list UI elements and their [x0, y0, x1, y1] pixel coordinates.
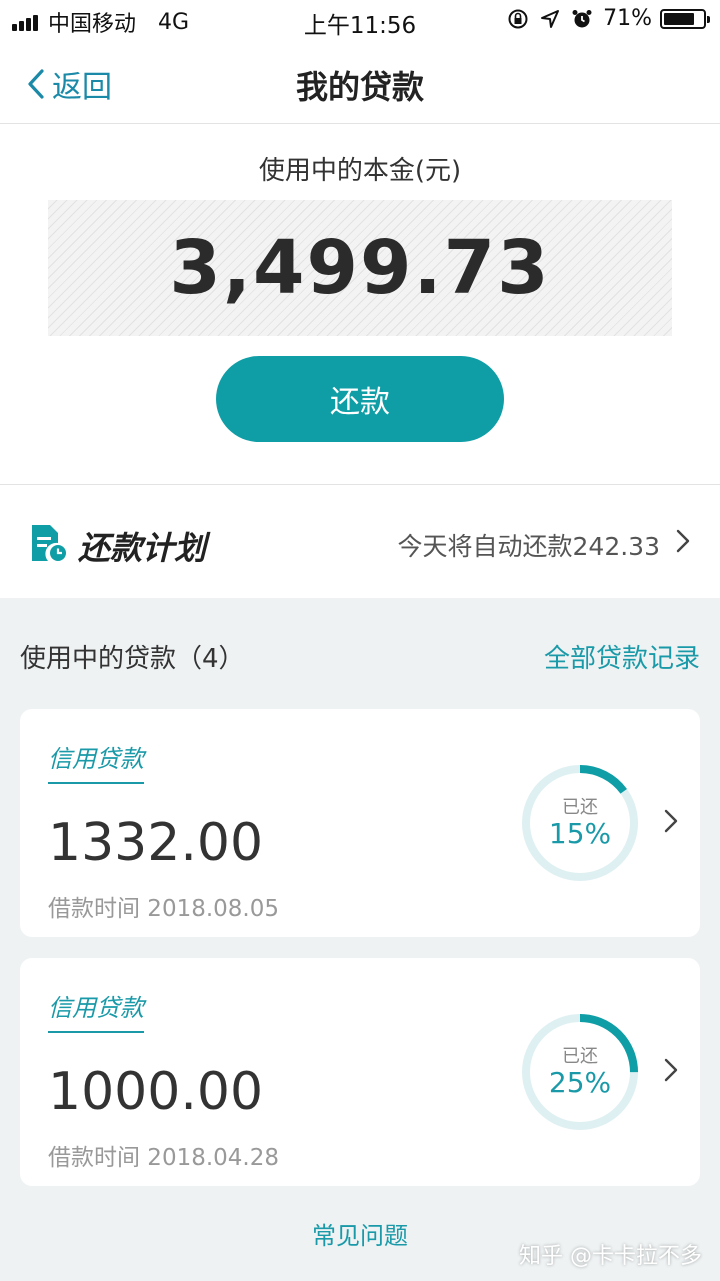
chevron-right-icon [664, 809, 678, 833]
chevron-right-icon [664, 1058, 678, 1082]
loans-section-title: 使用中的贷款（4） [20, 644, 245, 674]
schedule-document-icon [32, 525, 66, 561]
loan-date: 借款时间 2018.04.28 [48, 1145, 279, 1171]
principal-amount: 3,499.73 [169, 225, 551, 311]
repaid-percent: 15% [548, 817, 612, 850]
auto-repay-note: 今天将自动还款242.33 [397, 532, 660, 561]
nav-bar: 返回 我的贷款 [0, 40, 720, 124]
chevron-right-icon [676, 529, 690, 553]
loan-card[interactable]: 信用贷款 1332.00 借款时间 2018.08.05 已还 15% [20, 709, 700, 937]
loan-type-tag: 信用贷款 [48, 988, 144, 1033]
loan-amount: 1332.00 [48, 813, 264, 873]
page-title: 我的贷款 [295, 68, 424, 106]
repaid-label: 已还 [562, 797, 598, 818]
loan-card[interactable]: 信用贷款 1000.00 借款时间 2018.04.28 已还 25% [20, 958, 700, 1186]
orientation-lock-icon [508, 9, 528, 28]
repay-button[interactable]: 还款 [216, 356, 504, 442]
repayment-plan-row[interactable]: 还款计划 今天将自动还款242.33 [0, 484, 720, 598]
location-arrow-icon [541, 9, 560, 28]
loan-amount: 1000.00 [48, 1062, 264, 1122]
all-loan-records-link[interactable]: 全部贷款记录 [544, 638, 700, 675]
plan-title: 还款计划 [78, 529, 207, 567]
watermark: 知乎 @卡卡拉不多 [519, 1244, 702, 1269]
loan-type-tag: 信用贷款 [48, 739, 144, 784]
battery-icon [660, 8, 710, 29]
principal-label: 使用中的本金(元) [258, 156, 462, 186]
alarm-icon [572, 9, 592, 27]
repaid-label: 已还 [562, 1046, 598, 1067]
principal-amount-box: 3,499.73 [48, 200, 672, 336]
status-bar: 中国移动 4G 上午11:56 71% [0, 0, 720, 40]
battery-percent: 71% [603, 6, 652, 31]
loan-date: 借款时间 2018.08.05 [48, 896, 279, 922]
repaid-percent: 25% [548, 1066, 612, 1099]
